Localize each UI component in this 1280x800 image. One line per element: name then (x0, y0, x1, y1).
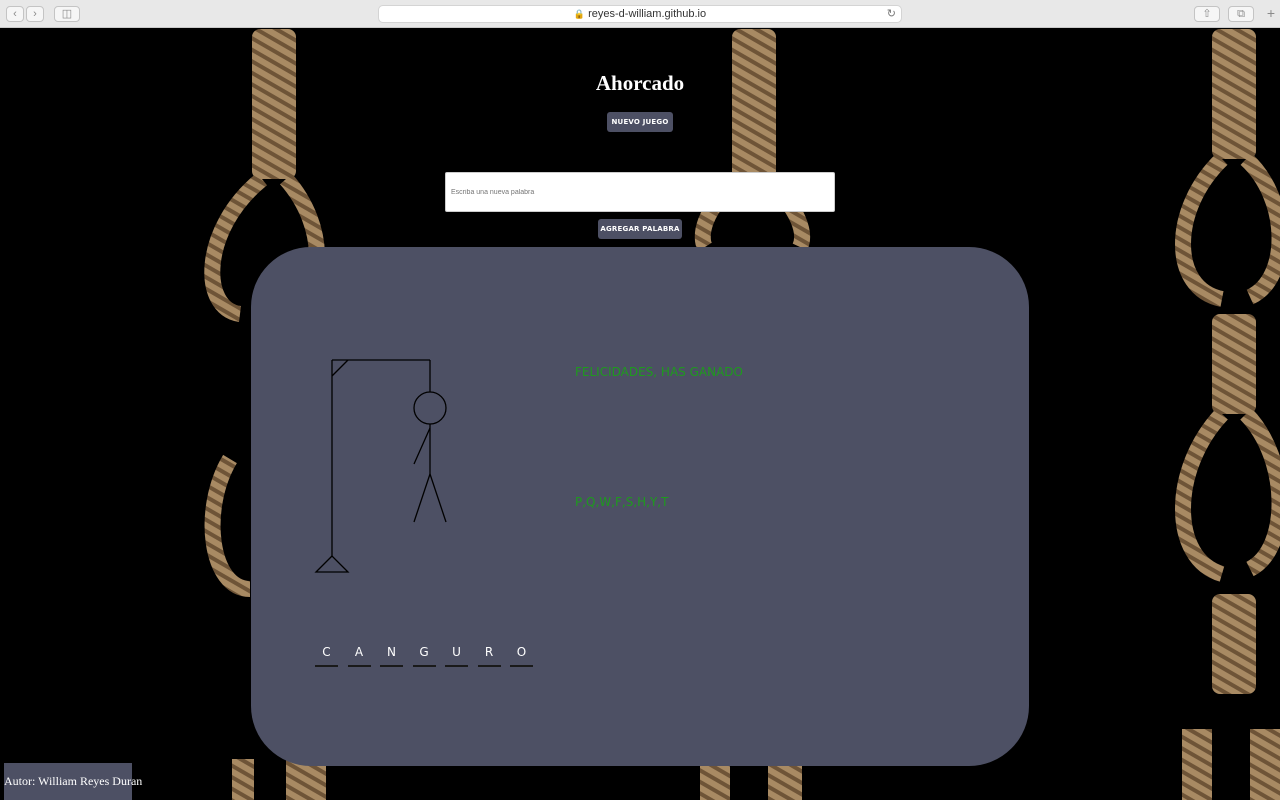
noose-right (1175, 29, 1280, 800)
author-credit: Autor: William Reyes Duran (4, 763, 142, 800)
letter-slot: A (347, 643, 371, 667)
letter-underline (347, 665, 371, 667)
new-word-input[interactable] (445, 172, 835, 212)
letter: G (419, 645, 429, 659)
letter: R (484, 645, 494, 659)
forward-button[interactable]: › (26, 6, 44, 22)
hangman-drawing (314, 359, 447, 573)
letter-slot: G (412, 643, 436, 667)
url-text: reyes-d-william.github.io (588, 8, 707, 20)
letter-underline (412, 665, 436, 667)
wrong-letters: P,Q,W,F,S,H,Y,T (575, 495, 669, 509)
letter-slot: R (477, 643, 501, 667)
letter-slot: O (510, 643, 533, 667)
letter: N (387, 645, 396, 659)
hangman-leg-right (429, 473, 447, 523)
letter: A (354, 645, 364, 659)
letter: U (452, 645, 461, 659)
back-button[interactable]: ‹ (6, 6, 24, 22)
letter-slot: C (315, 643, 338, 667)
letter-underline (315, 665, 338, 667)
chevron-right-icon: › (33, 8, 37, 20)
gallows-brace (331, 359, 349, 377)
word-letters: C A N G U R O (315, 643, 543, 667)
game-board: FELICIDADES, HAS GANADO P,Q,W,F,S,H,Y,T … (251, 247, 1029, 766)
browser-toolbar: ‹ › ◫ 🔒 reyes-d-william.github.io ↻ ⇧ ⧉ + (0, 0, 1280, 28)
tabs-button[interactable]: ⧉ (1228, 6, 1254, 22)
lock-icon: 🔒 (573, 9, 586, 19)
letter-slot: N (380, 643, 403, 667)
address-bar[interactable]: 🔒 reyes-d-william.github.io ↻ (378, 5, 902, 23)
page: Ahorcado NUEVO JUEGO AGREGAR PALABRA FEL… (0, 29, 1280, 800)
reload-icon[interactable]: ↻ (887, 6, 896, 23)
share-icon: ⇧ (1202, 8, 1212, 20)
sidebar-icon: ◫ (61, 8, 73, 20)
letter: O (516, 645, 527, 659)
letter: C (322, 645, 331, 659)
hangman-leg-left (413, 473, 431, 523)
hangman-arm-left (413, 427, 431, 465)
share-button[interactable]: ⇧ (1194, 6, 1220, 22)
sidebar-button[interactable]: ◫ (54, 6, 80, 22)
status-message: FELICIDADES, HAS GANADO (575, 365, 743, 379)
letter-underline (510, 665, 533, 667)
letter-underline (445, 665, 468, 667)
chevron-left-icon: ‹ (13, 8, 17, 20)
new-game-button[interactable]: NUEVO JUEGO (607, 112, 673, 132)
tabs-icon: ⧉ (1237, 8, 1245, 20)
plus-icon: + (1266, 5, 1276, 21)
letter-underline (477, 665, 501, 667)
hangman-head (413, 391, 447, 425)
letter-underline (380, 665, 403, 667)
add-word-button[interactable]: AGREGAR PALABRA (598, 219, 682, 239)
gallows-base (314, 555, 350, 573)
page-title: Ahorcado (595, 71, 685, 95)
letter-slot: U (445, 643, 468, 667)
new-tab-button[interactable]: + (1262, 6, 1280, 22)
